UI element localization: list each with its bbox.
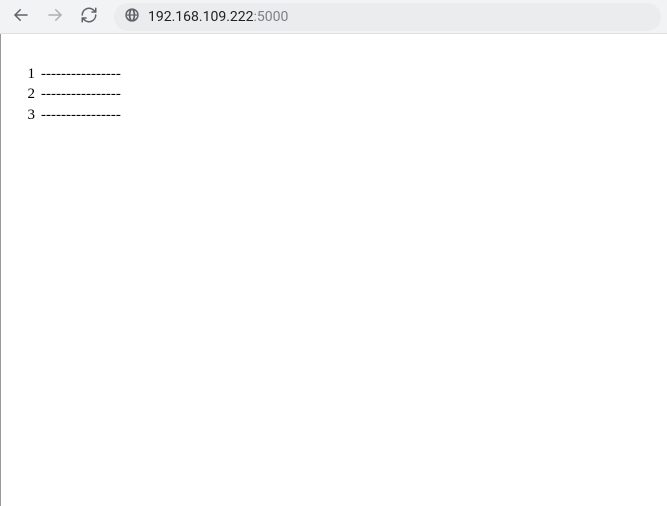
line-separator: ---------------- — [41, 64, 121, 84]
arrow-right-icon — [46, 6, 64, 28]
url-port: :5000 — [254, 9, 289, 25]
back-button[interactable] — [6, 2, 36, 32]
address-bar[interactable]: 192.168.109.222:5000 — [114, 3, 661, 31]
arrow-left-icon — [12, 6, 30, 28]
line-number: 1 — [21, 64, 35, 84]
content-line: 1 ---------------- — [21, 64, 667, 84]
url-host: 192.168.109.222 — [148, 9, 254, 25]
line-number: 2 — [21, 84, 35, 104]
page-content: 1 ---------------- 2 ---------------- 3 … — [0, 34, 667, 506]
line-separator: ---------------- — [41, 84, 121, 104]
line-separator: ---------------- — [41, 105, 121, 125]
reload-icon — [80, 6, 98, 28]
content-line: 3 ---------------- — [21, 105, 667, 125]
reload-button[interactable] — [74, 2, 104, 32]
globe-icon — [124, 7, 140, 27]
browser-toolbar: 192.168.109.222:5000 — [0, 0, 667, 34]
url-text: 192.168.109.222:5000 — [148, 9, 288, 25]
line-number: 3 — [21, 105, 35, 125]
forward-button[interactable] — [40, 2, 70, 32]
content-line: 2 ---------------- — [21, 84, 667, 104]
